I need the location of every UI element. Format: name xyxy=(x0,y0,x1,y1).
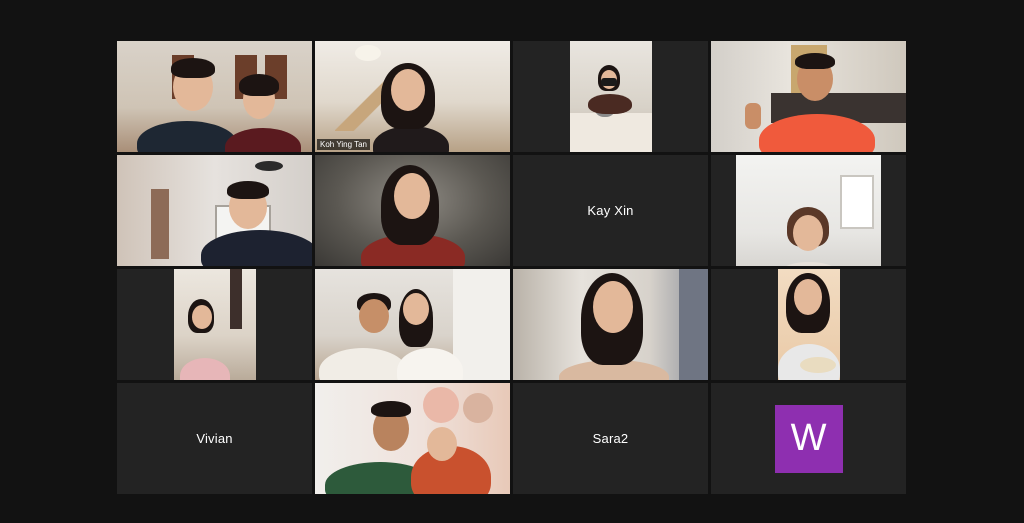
participant-tile[interactable] xyxy=(711,155,906,266)
person xyxy=(137,121,237,152)
table xyxy=(569,113,652,152)
person xyxy=(179,358,230,380)
participant-video: Koh Ying Tan xyxy=(315,41,510,152)
participant-tile-video-off[interactable]: Kay Xin xyxy=(513,155,708,266)
participant-tile-active-speaker[interactable]: Koh Ying Tan xyxy=(315,41,510,152)
person xyxy=(587,94,632,114)
face-mask xyxy=(600,78,617,86)
person-head xyxy=(191,305,212,329)
participant-tile[interactable] xyxy=(513,269,708,380)
person-hair xyxy=(239,74,279,96)
waving-hand xyxy=(745,103,761,129)
ceiling-fan xyxy=(255,161,283,171)
participant-tile[interactable] xyxy=(315,269,510,380)
participant-video xyxy=(513,269,708,380)
person-head xyxy=(427,427,457,461)
wall-decor xyxy=(423,387,459,423)
participant-video xyxy=(569,41,652,152)
curtain xyxy=(679,269,708,380)
participant-name-tag: Koh Ying Tan xyxy=(317,139,371,150)
person xyxy=(782,262,836,266)
participant-video xyxy=(777,269,840,380)
participant-tile[interactable] xyxy=(711,269,906,380)
person-hair xyxy=(371,401,411,417)
participant-tile[interactable] xyxy=(315,383,510,494)
participant-tile[interactable] xyxy=(315,155,510,266)
wall-decor xyxy=(463,393,493,423)
participant-video xyxy=(315,155,510,266)
person xyxy=(225,128,301,152)
participant-name: Kay Xin xyxy=(587,203,634,218)
person xyxy=(319,348,407,380)
participant-video xyxy=(315,383,510,494)
doorframe xyxy=(229,269,242,329)
participant-video xyxy=(173,269,256,380)
person-head xyxy=(593,281,633,333)
person-head xyxy=(793,279,822,315)
participant-name: Vivian xyxy=(196,431,233,446)
participant-tile-video-off[interactable]: Vivian xyxy=(117,383,312,494)
participant-tile[interactable] xyxy=(711,41,906,152)
person-hair xyxy=(171,58,215,78)
pendant-lamp xyxy=(355,45,381,61)
participant-name: Sara2 xyxy=(592,431,629,446)
participant-video xyxy=(117,41,312,152)
video-call-window: Koh Ying Tan Kay Xin Vivian Sara2 W xyxy=(0,0,1024,523)
participant-tile-video-off[interactable]: Sara2 xyxy=(513,383,708,494)
person-hair xyxy=(227,181,269,199)
participant-tile[interactable] xyxy=(117,155,312,266)
person-head xyxy=(793,215,823,251)
participant-tile[interactable] xyxy=(117,41,312,152)
avatar-initial: W xyxy=(790,417,827,459)
participant-video xyxy=(315,269,510,380)
window xyxy=(840,175,874,229)
gallery-grid: Koh Ying Tan Kay Xin Vivian Sara2 W xyxy=(117,41,906,494)
person-head xyxy=(359,299,389,333)
bowl xyxy=(799,357,836,373)
person-head xyxy=(391,69,425,111)
participant-video xyxy=(711,41,906,152)
person-hair xyxy=(795,53,835,69)
person-head xyxy=(394,173,430,219)
avatar: W xyxy=(774,404,843,473)
shelf xyxy=(151,189,169,259)
person-head xyxy=(403,293,429,325)
participant-video xyxy=(736,155,881,266)
participant-tile[interactable] xyxy=(117,269,312,380)
participant-tile-avatar[interactable]: W xyxy=(711,383,906,494)
participant-video xyxy=(117,155,312,266)
participant-tile[interactable] xyxy=(513,41,708,152)
